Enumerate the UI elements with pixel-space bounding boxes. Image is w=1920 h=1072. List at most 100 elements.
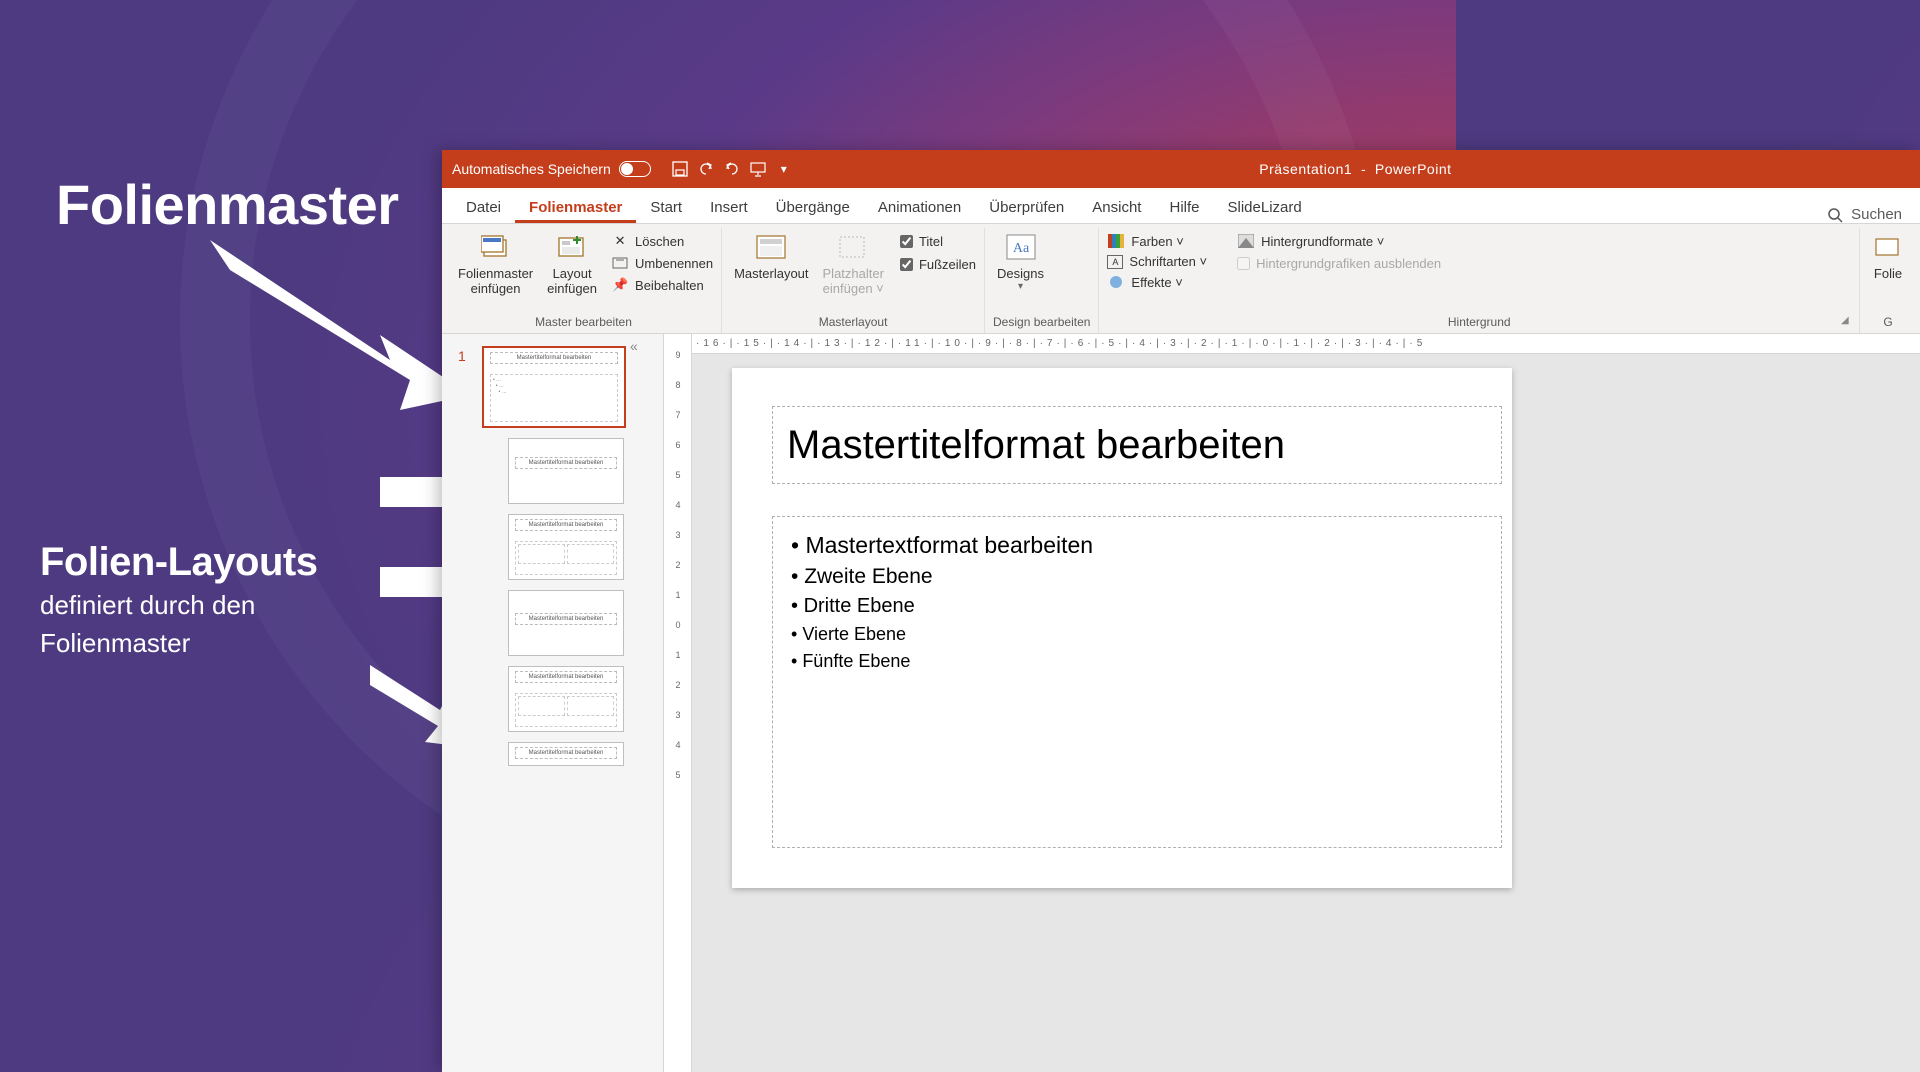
- thumbnail-layout-1[interactable]: Mastertitelformat bearbeiten: [508, 438, 624, 504]
- svg-text:2: 2: [675, 680, 680, 690]
- colors-button[interactable]: Farben ˅: [1107, 230, 1207, 252]
- edit-area: « 1 Mastertitelformat bearbeiten • … • ……: [442, 334, 1920, 1072]
- undo-icon[interactable]: [697, 160, 715, 178]
- svg-text:5: 5: [675, 770, 680, 780]
- autosave-label: Automatisches Speichern: [452, 161, 611, 177]
- body-placeholder[interactable]: Mastertextformat bearbeiten Zweite Ebene…: [772, 516, 1502, 848]
- body-level-2: Zweite Ebene: [791, 562, 1483, 592]
- ribbon: Folienmaster einfügen Layout einfügen ✕ …: [442, 224, 1920, 334]
- insert-layout-icon: [556, 232, 588, 264]
- colors-icon: [1107, 232, 1125, 250]
- svg-text:9: 9: [675, 350, 680, 360]
- thumbnail-master[interactable]: 1 Mastertitelformat bearbeiten • … • … •…: [482, 346, 626, 428]
- tab-uebergaenge[interactable]: Übergänge: [762, 191, 864, 223]
- vertical-ruler: 987 654 321 012 345: [664, 334, 692, 1072]
- group-caption-master-bearbeiten: Master bearbeiten: [454, 313, 713, 333]
- customize-qat-icon[interactable]: ▾: [775, 160, 793, 178]
- masterlayout-icon: [755, 232, 787, 264]
- preserve-layout-button[interactable]: 📌 Beibehalten: [611, 274, 713, 296]
- horizontal-ruler: ·16·|·15·|·14·|·13·|·12·|·11·|·10·|·9·|·…: [692, 334, 1920, 354]
- body-level-3: Dritte Ebene: [791, 592, 1483, 621]
- svg-text:8: 8: [675, 380, 680, 390]
- slide-size-button[interactable]: Folie: [1868, 230, 1908, 283]
- delete-icon: ✕: [611, 232, 629, 250]
- svg-text:2: 2: [675, 560, 680, 570]
- master-slide[interactable]: Mastertitelformat bearbeiten Mastertextf…: [732, 368, 1512, 888]
- powerpoint-window: Automatisches Speichern ▾ Präsentation1 …: [442, 150, 1920, 1072]
- autosave-toggle[interactable]: [619, 161, 651, 177]
- svg-text:4: 4: [675, 740, 680, 750]
- ribbon-tabs: Datei Folienmaster Start Insert Übergäng…: [442, 188, 1920, 224]
- arrow-to-master: [210, 240, 470, 415]
- insert-layout-button[interactable]: Layout einfügen: [543, 230, 601, 298]
- fonts-button[interactable]: A Schriftarten ˅: [1107, 252, 1207, 271]
- ribbon-group-masterlayout: Masterlayout Platzhalter einfügen ˅ Tite…: [722, 228, 985, 333]
- master-index: 1: [458, 348, 466, 364]
- tab-datei[interactable]: Datei: [452, 191, 515, 223]
- annotation-sub-heading: Folien-Layouts: [40, 540, 317, 585]
- group-caption-close: G: [1868, 313, 1908, 333]
- ribbon-group-close: Folie G: [1860, 228, 1916, 333]
- annotation-folien-layouts: Folien-Layouts definiert durch den Folie…: [40, 540, 317, 661]
- tab-ansicht[interactable]: Ansicht: [1078, 191, 1155, 223]
- tab-slidelizard[interactable]: SlideLizard: [1214, 191, 1316, 223]
- title-checkbox[interactable]: Titel: [900, 230, 976, 253]
- svg-text:3: 3: [675, 530, 680, 540]
- ribbon-group-master-bearbeiten: Folienmaster einfügen Layout einfügen ✕ …: [446, 228, 722, 333]
- tab-animationen[interactable]: Animationen: [864, 191, 975, 223]
- group-caption-hintergrund: Hintergrund: [1107, 313, 1851, 333]
- slidemaster-icon: [480, 232, 512, 264]
- tab-hilfe[interactable]: Hilfe: [1155, 191, 1213, 223]
- svg-text:1: 1: [675, 590, 680, 600]
- rename-layout-button[interactable]: Umbenennen: [611, 252, 713, 274]
- tell-me-search[interactable]: Suchen: [1809, 206, 1920, 223]
- themes-button[interactable]: Aa Designs ▾: [993, 230, 1048, 294]
- svg-text:6: 6: [675, 440, 680, 450]
- window-title: Präsentation1 - PowerPoint: [801, 161, 1910, 177]
- redo-icon[interactable]: [723, 160, 741, 178]
- thumbnail-layout-5[interactable]: Mastertitelformat bearbeiten: [508, 742, 624, 766]
- slideshow-icon[interactable]: [749, 160, 767, 178]
- insert-placeholder-button[interactable]: Platzhalter einfügen ˅: [819, 230, 888, 298]
- dialog-launcher-hintergrund[interactable]: ◢: [1841, 315, 1855, 329]
- slide-thumbnails-pane[interactable]: « 1 Mastertitelformat bearbeiten • … • ……: [442, 334, 664, 1072]
- effects-icon: [1107, 273, 1125, 291]
- effects-button[interactable]: Effekte ˅: [1107, 271, 1207, 293]
- pin-icon: 📌: [611, 276, 629, 294]
- svg-text:3: 3: [675, 710, 680, 720]
- thumbnail-layout-2[interactable]: Mastertitelformat bearbeiten: [508, 514, 624, 580]
- themes-icon: Aa: [1005, 232, 1037, 264]
- background-styles-button[interactable]: Hintergrundformate ˅: [1237, 230, 1441, 252]
- svg-text:0: 0: [675, 620, 680, 630]
- thumbnail-layout-4[interactable]: Mastertitelformat bearbeiten: [508, 666, 624, 732]
- svg-text:7: 7: [675, 410, 680, 420]
- tab-folienmaster[interactable]: Folienmaster: [515, 191, 636, 223]
- titlebar: Automatisches Speichern ▾ Präsentation1 …: [442, 150, 1920, 188]
- svg-text:5: 5: [675, 470, 680, 480]
- chevron-down-icon: ▾: [1018, 281, 1023, 292]
- group-caption-masterlayout: Masterlayout: [730, 313, 976, 333]
- hide-background-graphics-checkbox[interactable]: Hintergrundgrafiken ausblenden: [1237, 252, 1441, 275]
- ribbon-group-hintergrund: Farben ˅ A Schriftarten ˅ Effekte ˅: [1099, 228, 1860, 333]
- fonts-icon: A: [1107, 255, 1123, 269]
- insert-slidemaster-button[interactable]: Folienmaster einfügen: [454, 230, 537, 298]
- save-icon[interactable]: [671, 160, 689, 178]
- collapse-icon[interactable]: «: [630, 338, 638, 354]
- thumbnail-layout-3[interactable]: Mastertitelformat bearbeiten: [508, 590, 624, 656]
- svg-text:4: 4: [675, 500, 680, 510]
- svg-text:Aa: Aa: [1012, 241, 1029, 256]
- title-placeholder[interactable]: Mastertitelformat bearbeiten: [772, 406, 1502, 484]
- body-level-5: Fünfte Ebene: [791, 648, 1483, 675]
- annotation-folienmaster: Folienmaster: [56, 172, 399, 237]
- body-level-4: Vierte Ebene: [791, 621, 1483, 648]
- delete-layout-button[interactable]: ✕ Löschen: [611, 230, 713, 252]
- search-icon: [1827, 207, 1843, 223]
- masterlayout-button[interactable]: Masterlayout: [730, 230, 812, 283]
- footers-checkbox[interactable]: Fußzeilen: [900, 253, 976, 276]
- placeholder-icon: [837, 232, 869, 264]
- tab-ueberpruefen[interactable]: Überprüfen: [975, 191, 1078, 223]
- slide-canvas-area[interactable]: ·16·|·15·|·14·|·13·|·12·|·11·|·10·|·9·|·…: [692, 334, 1920, 1072]
- tab-insert[interactable]: Insert: [696, 191, 762, 223]
- tab-start[interactable]: Start: [636, 191, 696, 223]
- rename-icon: [611, 254, 629, 272]
